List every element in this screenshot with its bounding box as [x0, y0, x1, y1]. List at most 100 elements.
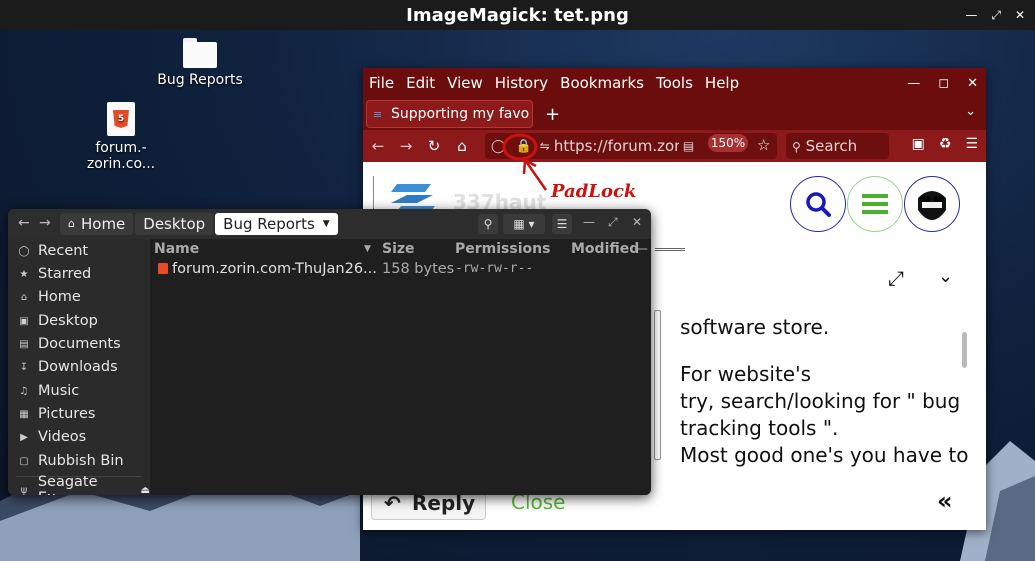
- file-list: Name ▼ Size Permissions Modified — forum…: [150, 239, 651, 495]
- post-line: tracking tools ".: [680, 416, 839, 440]
- hamburger-icon: ☰: [556, 217, 568, 231]
- sidebar-item-desktop[interactable]: ▣ Desktop: [17, 311, 98, 331]
- file-size: 158 bytes: [382, 261, 455, 277]
- sidebar-item-label: Home: [38, 289, 81, 305]
- menu-view[interactable]: View: [447, 74, 483, 92]
- menu-bookmarks[interactable]: Bookmarks: [560, 74, 644, 92]
- sidebar-item-label: Documents: [38, 336, 121, 352]
- close-icon[interactable]: ✕: [632, 215, 642, 229]
- clock-icon: ◯: [18, 245, 30, 257]
- menu-history[interactable]: History: [495, 74, 548, 92]
- picture-icon: ▦: [19, 408, 29, 420]
- folder-icon: [183, 38, 217, 68]
- forward-arrow-icon[interactable]: →: [393, 137, 419, 155]
- close-icon[interactable]: ✕: [1015, 8, 1025, 22]
- desktop-icon-label: Bug Reports: [157, 72, 243, 88]
- sidebar-item-recent[interactable]: ◯ Recent: [17, 241, 88, 261]
- star-icon: ★: [19, 268, 29, 280]
- desktop-icon-bug-reports[interactable]: Bug Reports: [155, 38, 245, 88]
- breadcrumb-label: Desktop: [143, 215, 206, 233]
- column-header-modified[interactable]: Modified: [571, 239, 639, 259]
- search-circle-button[interactable]: [790, 176, 846, 232]
- sidebar-item-videos[interactable]: ▶ Videos: [17, 427, 86, 447]
- minimize-icon[interactable]: —: [583, 215, 595, 229]
- tab-active[interactable]: ≡ Supporting my favo: [366, 100, 533, 128]
- reader-view-icon[interactable]: ▤: [683, 139, 694, 153]
- post-line: Most good one's you have to: [680, 443, 969, 467]
- sidebar-item-label: Videos: [38, 429, 87, 445]
- column-header-permissions[interactable]: Permissions: [455, 239, 550, 259]
- menu-button[interactable]: ☰: [552, 214, 572, 234]
- column-header-size[interactable]: Size: [382, 239, 415, 259]
- eject-icon[interactable]: ⏏: [141, 485, 150, 496]
- search-box[interactable]: ⚲ Search: [786, 133, 889, 159]
- minimize-icon[interactable]: —: [965, 8, 977, 22]
- breadcrumb-bug-reports[interactable]: Bug Reports ▼: [215, 213, 338, 235]
- sidebar-item-home[interactable]: ⌂ Home: [17, 287, 81, 307]
- search-placeholder: Search: [805, 137, 858, 155]
- breadcrumb-label: Bug Reports: [223, 215, 315, 233]
- back-arrow-icon[interactable]: ←: [365, 137, 391, 155]
- sort-arrow-icon: ▼: [364, 244, 371, 254]
- maximize-icon[interactable]: ◻: [938, 76, 949, 91]
- sidebar-item-music[interactable]: ♫ Music: [17, 381, 80, 401]
- menu-help[interactable]: Help: [705, 74, 739, 92]
- back-arrow-icon[interactable]: ←: [18, 215, 30, 231]
- chevron-down-icon[interactable]: ⌄: [938, 266, 953, 287]
- menu-circle-button[interactable]: [847, 176, 903, 232]
- forward-arrow-icon[interactable]: →: [39, 215, 51, 231]
- new-tab-plus-icon[interactable]: +: [545, 104, 560, 125]
- breadcrumb-desktop[interactable]: Desktop: [135, 213, 214, 235]
- music-note-icon: ♫: [19, 385, 29, 397]
- sidebar-item-pictures[interactable]: ▦ Pictures: [17, 404, 95, 424]
- files-window: ← → ⌂ Home Desktop Bug Reports ▼ ⚲ ▦ ▾ ☰…: [8, 209, 651, 495]
- sidebar-item-label: Desktop: [38, 313, 98, 329]
- breadcrumb-home[interactable]: ⌂ Home: [60, 213, 134, 235]
- search-button[interactable]: ⚲: [478, 214, 498, 234]
- trash-icon: ▢: [19, 455, 29, 467]
- sidebar-item-rubbish-bin[interactable]: ▢ Rubbish Bin: [17, 451, 123, 471]
- sidebar-item-starred[interactable]: ★ Starred: [17, 264, 92, 284]
- expand-arrows-icon[interactable]: ⤢: [888, 266, 904, 290]
- pocket-icon[interactable]: ▣: [912, 136, 925, 152]
- drag-handle[interactable]: [655, 248, 685, 251]
- extensions-icon[interactable]: ♻: [939, 136, 952, 152]
- maximize-icon[interactable]: ⤢: [608, 215, 618, 230]
- menu-bar: File Edit View History Bookmarks Tools H…: [363, 68, 986, 98]
- close-icon[interactable]: ✕: [967, 76, 978, 91]
- menu-edit[interactable]: Edit: [406, 74, 435, 92]
- sidebar-item-downloads[interactable]: ↧ Downloads: [17, 357, 118, 377]
- document-icon: ▤: [19, 338, 29, 350]
- hamburger-menu-icon[interactable]: ☰: [965, 136, 978, 152]
- collapse-double-chevron-icon[interactable]: «: [937, 487, 953, 515]
- scrollbar-thumb[interactable]: [962, 332, 967, 368]
- imagemagick-titlebar[interactable]: ImageMagick: tet.png — ⤢ ✕: [0, 0, 1035, 30]
- reload-icon[interactable]: ↻: [421, 137, 447, 155]
- column-header-name[interactable]: Name: [154, 239, 199, 259]
- bearded-avatar-icon: [918, 191, 946, 220]
- minimize-icon[interactable]: —: [907, 76, 920, 91]
- files-headerbar[interactable]: ← → ⌂ Home Desktop Bug Reports ▼ ⚲ ▦ ▾ ☰…: [8, 209, 651, 239]
- menu-file[interactable]: File: [369, 74, 394, 92]
- user-avatar-button[interactable]: [904, 176, 960, 232]
- file-name: forum.zorin.com-ThuJan26...: [172, 261, 377, 277]
- desktop-icon-html-file[interactable]: 5 forum.-zorin.co...: [76, 102, 166, 172]
- desktop-icon-label: forum.-zorin.co...: [86, 140, 156, 172]
- maximize-icon[interactable]: ⤢: [991, 8, 1001, 23]
- search-icon: ⚲: [792, 140, 801, 154]
- url-text[interactable]: https://forum.zorin: [554, 137, 679, 155]
- table-row[interactable]: forum.zorin.com-ThuJan26... 158 bytes -r…: [150, 259, 651, 279]
- menu-tools[interactable]: Tools: [656, 74, 693, 92]
- view-toggle-button[interactable]: ▦ ▾: [503, 214, 545, 234]
- sidebar-item-label: Starred: [38, 266, 92, 282]
- padlock-annotation-label: PadLock: [551, 181, 637, 202]
- column-options-icon[interactable]: —: [634, 239, 648, 259]
- sidebar-item-seagate[interactable]: ψ Seagate Ex... ⏏: [17, 474, 150, 496]
- zoom-level-badge[interactable]: 150%: [708, 134, 748, 152]
- hamburger-icon: [862, 194, 888, 214]
- home-icon[interactable]: ⌂: [449, 137, 475, 155]
- sidebar-item-documents[interactable]: ▤ Documents: [17, 334, 121, 354]
- bookmark-star-icon[interactable]: ☆: [757, 136, 770, 154]
- tab-list-chevron-icon[interactable]: ⌄: [965, 104, 976, 119]
- search-icon: ⚲: [483, 217, 493, 231]
